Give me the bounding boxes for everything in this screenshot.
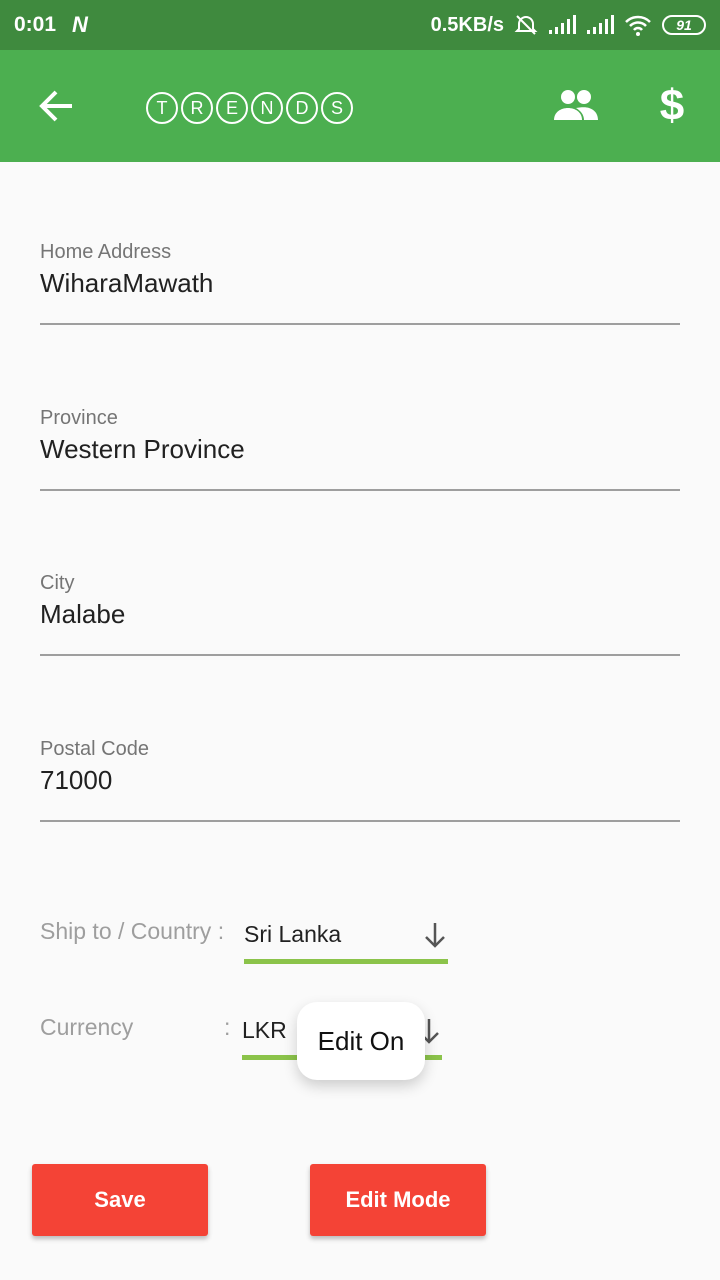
city-field[interactable]: City Malabe	[40, 571, 680, 656]
wifi-icon	[625, 15, 651, 36]
signal-icon	[587, 15, 614, 34]
title-letter: N	[251, 92, 283, 124]
arrow-left-icon	[39, 90, 72, 122]
city-value: Malabe	[40, 599, 126, 629]
home-address-value: WiharaMawath	[40, 268, 214, 298]
country-value: Sri Lanka	[244, 921, 342, 947]
people-button[interactable]	[552, 86, 600, 126]
status-bar: 0:01 N 0.5KB/s 91	[0, 0, 720, 50]
people-icon	[554, 90, 598, 120]
back-button[interactable]	[34, 86, 78, 126]
edit-mode-button[interactable]: Edit Mode	[310, 1164, 486, 1236]
status-left: 0:01 N	[14, 12, 88, 38]
battery-icon: 91	[662, 15, 706, 35]
home-address-label: Home Address	[40, 241, 172, 263]
edit-on-toast: Edit On	[297, 1002, 425, 1080]
title-letter: D	[286, 92, 318, 124]
arrow-down-icon	[425, 922, 445, 948]
n-notification-icon: N	[72, 12, 88, 37]
dollar-button[interactable]: $	[652, 78, 692, 134]
postal-code-value: 71000	[40, 765, 113, 795]
save-button[interactable]: Save	[32, 1164, 208, 1236]
alarm-off-icon	[514, 15, 538, 35]
title-letter: E	[216, 92, 248, 124]
currency-value: LKR	[242, 1017, 287, 1043]
title-letter: R	[181, 92, 213, 124]
postal-code-field[interactable]: Postal Code 71000	[40, 737, 680, 822]
city-label: City	[40, 572, 75, 594]
network-speed: 0.5KB/s	[430, 13, 504, 36]
app-title: T R E N D S	[146, 92, 353, 124]
currency-label: Currency	[40, 1014, 134, 1040]
app-bar: T R E N D S $	[0, 50, 720, 162]
status-time: 0:01	[14, 13, 57, 36]
signal-icon	[549, 15, 576, 34]
title-letter: S	[321, 92, 353, 124]
home-address-field[interactable]: Home Address WiharaMawath	[40, 240, 680, 325]
title-letter: T	[146, 92, 178, 124]
currency-colon: :	[224, 1014, 231, 1040]
postal-code-label: Postal Code	[40, 738, 149, 760]
country-dropdown[interactable]: Sri Lanka	[244, 914, 448, 964]
ship-to-label: Ship to / Country :	[40, 918, 225, 944]
province-value: Western Province	[40, 434, 245, 464]
province-field[interactable]: Province Western Province	[40, 406, 680, 491]
status-right: 0.5KB/s 91	[431, 13, 706, 37]
province-label: Province	[40, 407, 118, 429]
